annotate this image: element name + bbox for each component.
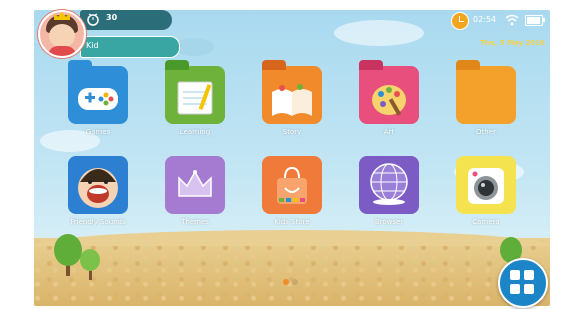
games-app[interactable]: Games <box>52 60 136 146</box>
art-app[interactable]: Art <box>343 60 427 146</box>
page-indicator <box>283 279 303 285</box>
page-dot[interactable] <box>292 279 298 285</box>
app-label: Learning <box>179 128 211 136</box>
browser-app[interactable]: Browser <box>343 152 427 236</box>
app-label: Browser <box>374 218 404 226</box>
wifi-icon <box>505 14 519 26</box>
friendly-sounds-app[interactable]: Friendly Sounds <box>52 152 136 236</box>
cloud <box>174 38 214 56</box>
clock-icon <box>451 12 469 30</box>
app-grid-icon <box>510 270 520 280</box>
open-book-icon <box>272 84 312 116</box>
app-label: Camera <box>472 218 500 226</box>
app-label: Friendly Sounds <box>70 218 126 226</box>
ground <box>34 230 550 306</box>
other-app[interactable]: Other <box>440 60 524 146</box>
cloud <box>334 20 424 46</box>
story-app[interactable]: Story <box>246 60 330 146</box>
app-grid-button[interactable] <box>498 258 548 308</box>
app-label: Kids Store <box>274 218 310 226</box>
time-text: 02:54 <box>473 15 497 24</box>
tree-icon <box>80 249 100 280</box>
page-dot[interactable] <box>283 279 289 285</box>
app-label: Art <box>383 128 395 136</box>
child-name: Kid <box>86 41 99 50</box>
app-grid-icon <box>524 284 534 294</box>
timer-value: 30 <box>106 13 118 22</box>
camera-graphic <box>468 168 504 204</box>
learning-app[interactable]: Learning <box>149 60 233 146</box>
face-graphic <box>78 168 118 208</box>
app-label: Themes <box>181 218 209 226</box>
globe-graphic <box>370 163 408 205</box>
app-label: Other <box>476 128 496 136</box>
timer-icon <box>87 13 99 26</box>
status-bar: 02:54 <box>451 12 545 32</box>
palette-icon <box>372 85 406 116</box>
avatar[interactable] <box>38 10 86 58</box>
gamepad-icon <box>78 88 118 110</box>
app-grid-icon <box>510 284 520 294</box>
date-text: Thu, 5 May 2016 <box>479 39 545 47</box>
folder-icon <box>456 60 516 124</box>
app-label: Story <box>282 128 302 136</box>
app-grid-icon <box>524 270 534 280</box>
kids-store-app[interactable]: Kids Store <box>246 152 330 236</box>
notebook-icon <box>177 81 213 115</box>
bag-graphic <box>277 166 307 204</box>
themes-app[interactable]: Themes <box>149 152 233 236</box>
crown-graphic <box>178 170 212 197</box>
camera-app[interactable]: Camera <box>440 152 524 236</box>
battery-icon <box>525 15 545 26</box>
app-label: Games <box>85 128 111 136</box>
